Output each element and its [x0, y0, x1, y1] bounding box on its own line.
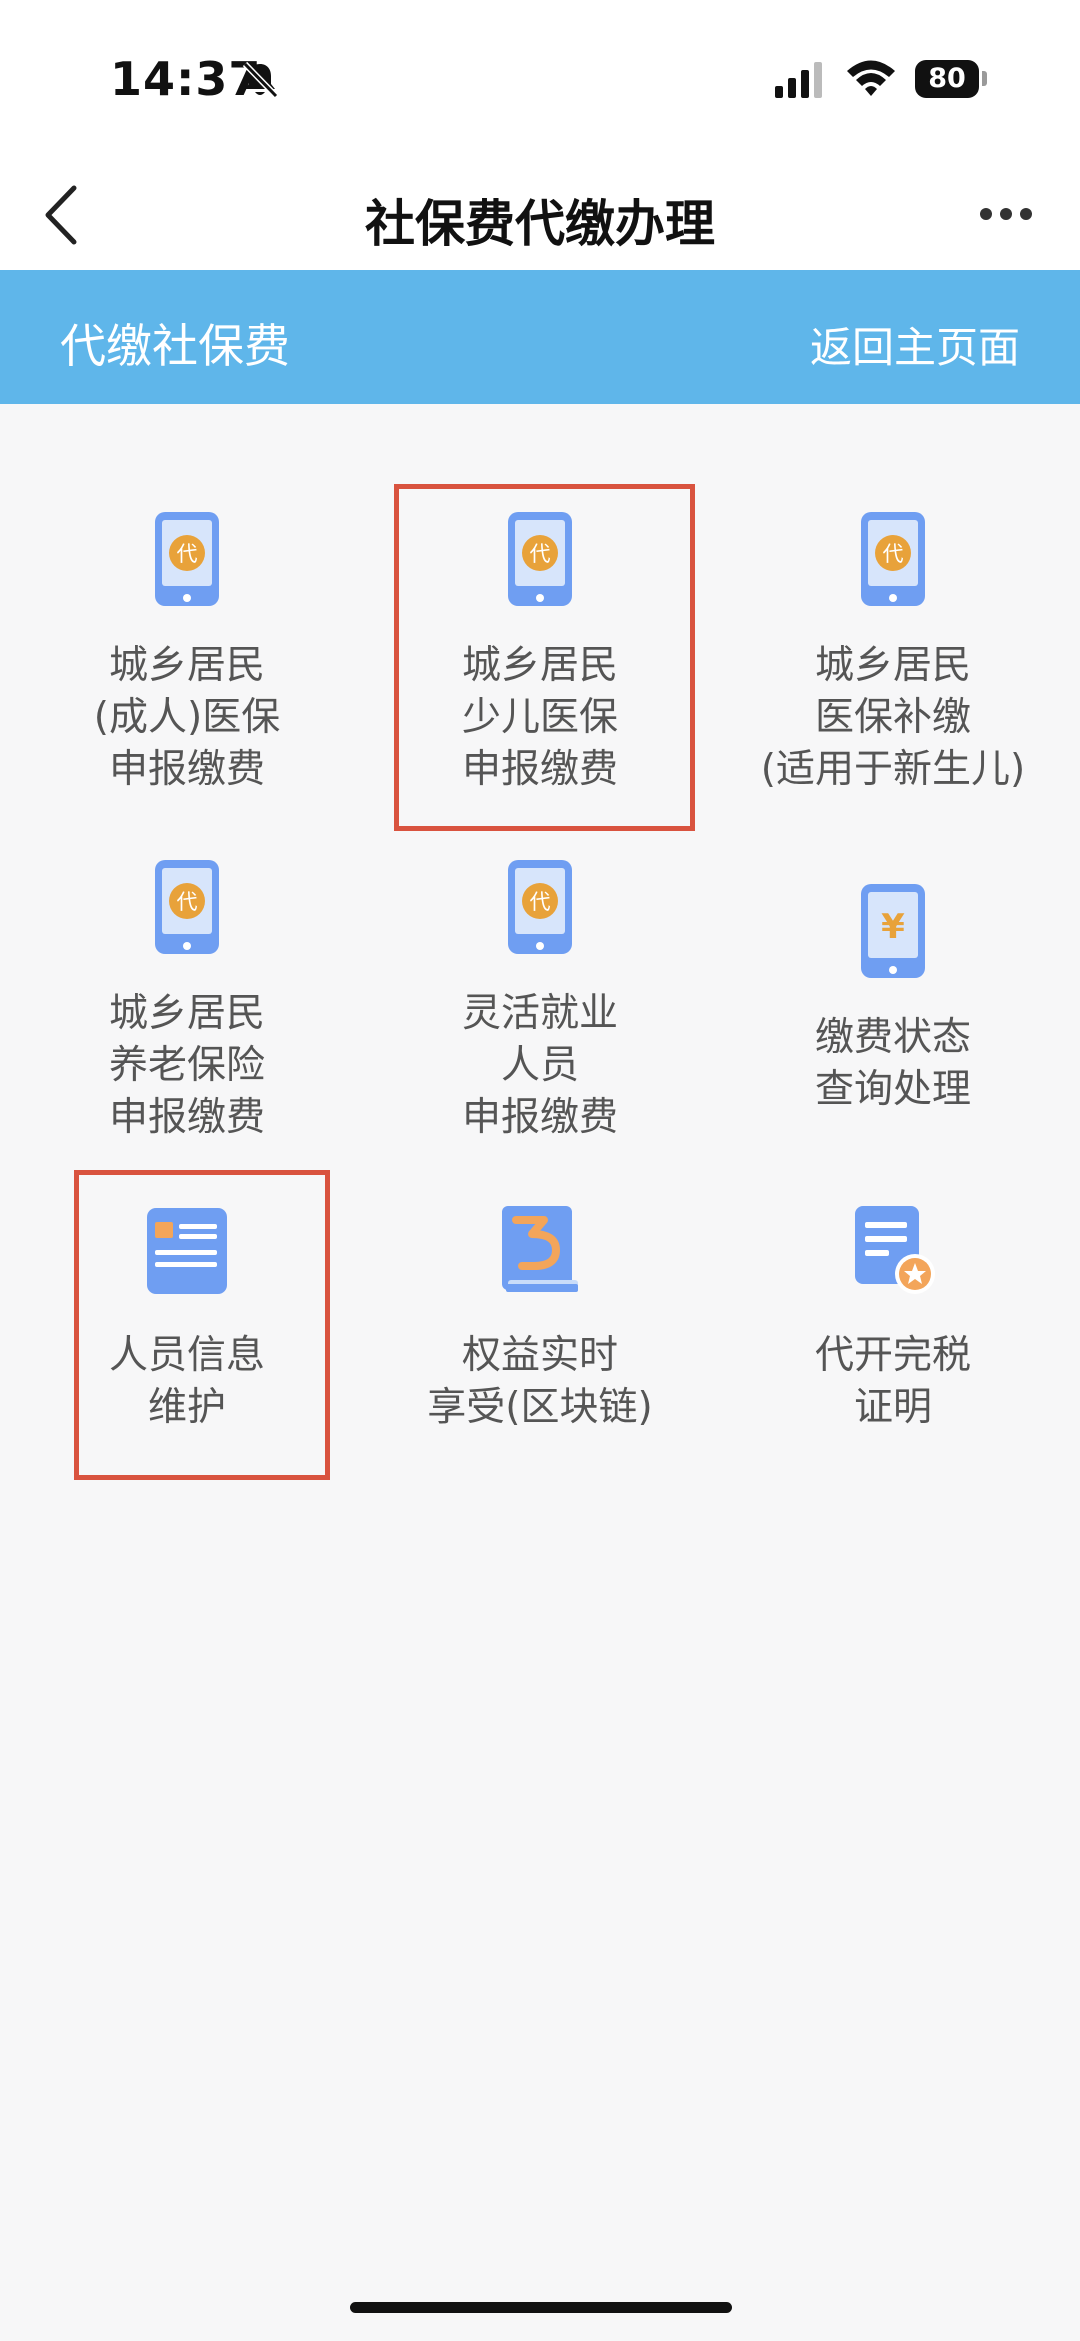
grid-item-blockchain-benefits[interactable]: 权益实时 享受(区块链): [360, 1190, 720, 1450]
yuan-glyph: ¥: [881, 907, 905, 947]
battery-level: 80: [915, 60, 979, 98]
home-indicator[interactable]: [350, 2302, 732, 2313]
battery-nub: [982, 71, 987, 86]
return-home-link[interactable]: 返回主页面: [810, 314, 1020, 375]
highlight-box-personnel-info: [74, 1170, 330, 1480]
book-icon: [502, 1206, 578, 1292]
grid-item-flexible-employment[interactable]: 代 灵活就业 人员 申报缴费: [360, 848, 720, 1148]
page-title: 社保费代缴办理: [365, 195, 715, 253]
grid-item-label: 城乡居民 (成人)医保 申报缴费: [93, 643, 281, 792]
grid-item-pension-insurance[interactable]: 代 城乡居民 养老保险 申报缴费: [7, 848, 367, 1148]
grid-item-label: 缴费状态 查询处理: [814, 1015, 971, 1112]
bell-muted-icon: [242, 61, 279, 99]
grid-item-label: 灵活就业 人员 申报缴费: [461, 991, 618, 1140]
highlight-box-child-insurance: [394, 484, 695, 831]
phone-yuan-icon: ¥: [861, 884, 925, 978]
phone-dai-icon: 代: [508, 860, 572, 954]
grid-item-label: 代开完税 证明: [814, 1333, 971, 1430]
grid-item-payment-status[interactable]: ¥ 缴费状态 查询处理: [713, 848, 1073, 1148]
section-banner: 代缴社保费 返回主页面: [0, 270, 1080, 404]
nav-bar: 社保费代缴办理: [0, 160, 1080, 270]
dai-badge-glyph: 代: [883, 542, 904, 566]
grid-item-newborn-medical-backpay[interactable]: 代 城乡居民 医保补缴 (适用于新生儿): [713, 500, 1073, 800]
grid-item-tax-certificate[interactable]: 代开完税 证明: [713, 1190, 1073, 1450]
grid-item-adult-medical-insurance[interactable]: 代 城乡居民 (成人)医保 申报缴费: [7, 500, 367, 800]
phone-dai-icon: 代: [861, 512, 925, 606]
banner-title: 代缴社保费: [60, 319, 290, 373]
grid-item-label: 城乡居民 养老保险 申报缴费: [108, 991, 265, 1140]
grid-item-label: 城乡居民 医保补缴 (适用于新生儿): [760, 643, 1026, 792]
dai-badge-glyph: 代: [530, 890, 551, 914]
more-options-icon[interactable]: [978, 202, 1034, 226]
dai-badge-glyph: 代: [177, 542, 198, 566]
certificate-icon: [855, 1206, 935, 1294]
status-bar: 14:37 80: [0, 0, 1080, 160]
grid-item-label: 权益实时 享受(区块链): [427, 1333, 653, 1430]
status-time: 14:37: [110, 52, 262, 106]
dai-badge-glyph: 代: [177, 890, 198, 914]
phone-dai-icon: 代: [155, 512, 219, 606]
cellular-signal-icon: [775, 62, 822, 98]
wifi-icon: [847, 60, 895, 96]
phone-dai-icon: 代: [155, 860, 219, 954]
